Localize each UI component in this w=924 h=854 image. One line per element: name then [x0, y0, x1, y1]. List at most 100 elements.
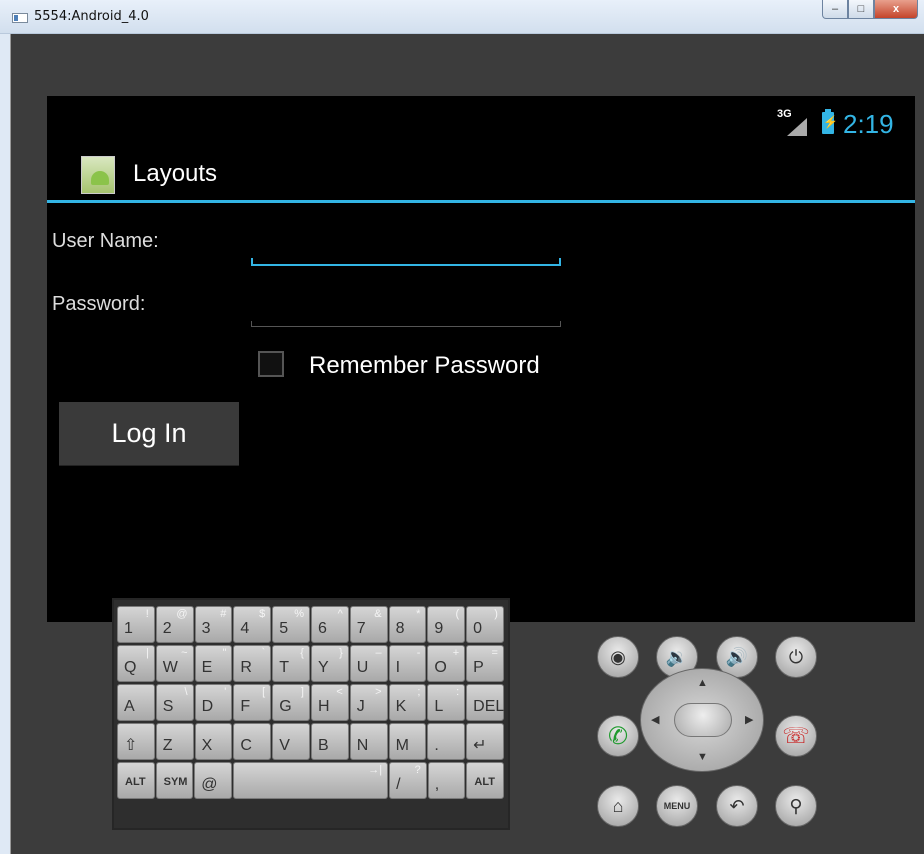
battery-charging-icon: [822, 109, 838, 134]
key-u[interactable]: U –: [349, 645, 388, 682]
key-w[interactable]: W ~: [155, 645, 194, 682]
key-m[interactable]: M: [388, 723, 427, 760]
key-del[interactable]: DEL: [466, 684, 504, 721]
dpad-right-icon[interactable]: ▶: [745, 713, 753, 726]
status-clock: 2:19: [843, 109, 894, 139]
key-8[interactable]: 8 *: [388, 606, 427, 643]
login-button[interactable]: Log In: [59, 402, 239, 466]
dpad-down-icon[interactable]: ▼: [697, 751, 708, 763]
keyboard-row: 1! 2 @3 #4 $5% 6 ^ 7 & 8 * 9(0): [117, 606, 505, 643]
home-button[interactable]: ⌂: [597, 785, 639, 827]
key-c[interactable]: C: [233, 723, 272, 760]
key-0[interactable]: 0): [466, 606, 504, 643]
key-4[interactable]: 4 $: [233, 606, 272, 643]
key-label: P: [473, 659, 484, 676]
key-label: N: [356, 737, 369, 754]
dpad-center-button[interactable]: [674, 703, 732, 737]
key-7[interactable]: 7 &: [349, 606, 388, 643]
key-n[interactable]: N: [349, 723, 388, 760]
dpad-up-icon[interactable]: ▲: [697, 677, 708, 689]
key-2[interactable]: 2 @: [155, 606, 194, 643]
key-k[interactable]: K;: [388, 684, 427, 721]
minimize-button[interactable]: –: [822, 0, 848, 19]
key-label: U: [356, 659, 369, 676]
key-s[interactable]: S \: [155, 684, 194, 721]
key-a[interactable]: A: [117, 684, 155, 721]
key-label: D: [201, 698, 214, 715]
key-alt-label: $: [259, 608, 266, 620]
key-label: A: [124, 698, 135, 715]
key-label: 0: [473, 620, 483, 637]
key--4-5[interactable]: ,: [427, 762, 466, 799]
key-h[interactable]: H <: [310, 684, 349, 721]
end-call-button[interactable]: ☏: [775, 715, 817, 757]
key-6[interactable]: 6 ^: [310, 606, 349, 643]
key-label: 4: [240, 620, 250, 637]
key-l[interactable]: L:: [427, 684, 466, 721]
key-label: SYM: [163, 776, 188, 788]
key-q[interactable]: Q |: [117, 645, 155, 682]
key--4-4[interactable]: /?: [389, 762, 427, 799]
password-field[interactable]: [251, 317, 561, 327]
dpad-left-icon[interactable]: ◀: [651, 713, 659, 726]
key-t[interactable]: T{: [272, 645, 310, 682]
key-y[interactable]: Y}: [310, 645, 349, 682]
key-space[interactable]: SPACE →|: [232, 762, 389, 799]
key-alt-label: %: [294, 608, 304, 620]
keyboard-row: A S \ D ' F[G] H < J > K; L: DEL: [117, 684, 505, 721]
key-z[interactable]: Z: [155, 723, 194, 760]
maximize-button[interactable]: □: [848, 0, 874, 19]
key--3-9[interactable]: ↵: [466, 723, 504, 760]
key-label: L: [434, 698, 444, 715]
key-label: F: [240, 698, 251, 715]
key-x[interactable]: X: [194, 723, 233, 760]
key-p[interactable]: P =: [466, 645, 504, 682]
key-label: ,: [434, 776, 440, 793]
key-i[interactable]: I-: [388, 645, 427, 682]
key-9[interactable]: 9(: [427, 606, 466, 643]
dpad[interactable]: ▲ ▼ ◀ ▶: [640, 668, 764, 772]
back-button[interactable]: ↶: [716, 785, 758, 827]
key-label: /: [396, 776, 401, 793]
remember-password-label[interactable]: Remember Password: [309, 352, 540, 380]
key-label: J: [356, 698, 365, 715]
close-button[interactable]: x: [874, 0, 918, 19]
call-button[interactable]: ✆: [597, 715, 639, 757]
key-alt[interactable]: ALT: [466, 762, 504, 799]
key-sym[interactable]: SYM: [155, 762, 194, 799]
home-icon: ⌂: [612, 795, 624, 816]
key--4-2[interactable]: @: [194, 762, 232, 799]
key-b[interactable]: B: [310, 723, 349, 760]
key-5[interactable]: 5%: [272, 606, 310, 643]
key-3[interactable]: 3 #: [194, 606, 233, 643]
key-d[interactable]: D ': [194, 684, 233, 721]
key--3-0[interactable]: ⇧: [117, 723, 155, 760]
key-e[interactable]: E ": [194, 645, 233, 682]
username-field[interactable]: [251, 256, 561, 266]
key-label: I: [395, 659, 401, 676]
search-button[interactable]: ⚲: [775, 785, 817, 827]
key-label: 2: [162, 620, 172, 637]
key-v[interactable]: V: [272, 723, 310, 760]
menu-button[interactable]: MENU: [656, 785, 698, 827]
camera-button[interactable]: ◉: [597, 636, 639, 678]
key-alt[interactable]: ALT: [117, 762, 155, 799]
emulator-window: 5554:Android_4.0 – □ x 3G 2:19 Layouts U…: [0, 0, 924, 854]
key-alt-label: ?: [414, 764, 421, 776]
key--3-8[interactable]: .: [427, 723, 466, 760]
key-alt-label: -: [416, 647, 421, 659]
key-o[interactable]: O +: [427, 645, 466, 682]
signal-icon: [787, 118, 807, 136]
window-controls: – □ x: [822, 0, 918, 20]
key-alt-label: \: [184, 686, 188, 698]
key-f[interactable]: F[: [233, 684, 272, 721]
key-j[interactable]: J >: [349, 684, 388, 721]
key-1[interactable]: 1!: [117, 606, 155, 643]
key-label: 9: [434, 620, 444, 637]
key-r[interactable]: R `: [233, 645, 272, 682]
key-alt-label: <: [336, 686, 343, 698]
power-button[interactable]: ⏻: [775, 636, 817, 678]
status-bar: 3G 2:19: [47, 96, 915, 146]
remember-password-checkbox[interactable]: [258, 351, 284, 377]
key-g[interactable]: G]: [272, 684, 310, 721]
